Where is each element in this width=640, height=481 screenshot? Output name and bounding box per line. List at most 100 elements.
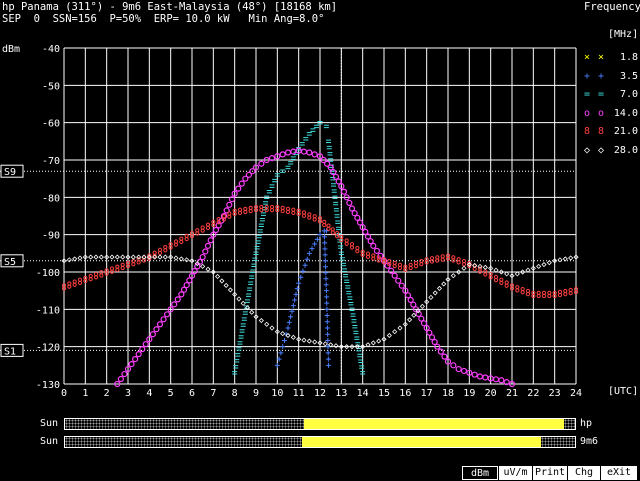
data-point-3-5 bbox=[286, 319, 292, 325]
data-point-28-0 bbox=[227, 287, 233, 293]
x-tick-label: 10 bbox=[271, 388, 283, 399]
data-point-7-0 bbox=[246, 293, 252, 297]
data-point-28-0 bbox=[568, 255, 574, 261]
x-tick-label: 13 bbox=[335, 388, 347, 399]
data-point-28-0 bbox=[407, 317, 413, 323]
data-point-28-0 bbox=[258, 317, 264, 324]
legend-frequency: 28.0 bbox=[613, 144, 638, 156]
data-point-7-0 bbox=[344, 279, 350, 284]
data-point-7-0 bbox=[263, 201, 269, 205]
x-tick-label: 5 bbox=[168, 388, 174, 399]
data-point-21-0 bbox=[280, 208, 285, 214]
data-point-28-0 bbox=[411, 312, 417, 318]
s-label: S9 bbox=[4, 167, 16, 178]
data-point-7-0 bbox=[347, 296, 353, 300]
night-segment bbox=[540, 437, 575, 447]
data-point-28-0 bbox=[157, 254, 163, 260]
data-point-28-0 bbox=[436, 285, 443, 291]
x-tick-label: 16 bbox=[399, 388, 411, 399]
y-tick-label: -130 bbox=[36, 380, 60, 391]
data-point-7-0 bbox=[248, 281, 254, 285]
data-point-28-0 bbox=[98, 254, 104, 260]
data-point-14-0 bbox=[398, 282, 405, 289]
legend-symbol: + + bbox=[584, 70, 606, 82]
data-point-28-0 bbox=[432, 290, 438, 296]
data-point-7-0 bbox=[236, 347, 242, 351]
data-point-14-0 bbox=[226, 201, 233, 208]
data-point-21-0 bbox=[227, 214, 232, 219]
data-point-14-0 bbox=[290, 148, 297, 155]
data-point-14-0 bbox=[437, 348, 444, 355]
legend-frequency: 7.0 bbox=[619, 89, 638, 100]
data-point-28-0 bbox=[88, 254, 94, 260]
data-point-21-0 bbox=[77, 280, 83, 286]
data-point-7-0 bbox=[343, 274, 349, 278]
data-point-28-0 bbox=[249, 309, 255, 315]
data-point-14-0 bbox=[279, 151, 286, 158]
legend-frequency: 3.5 bbox=[619, 70, 638, 82]
legend-symbol: 8 8 bbox=[584, 126, 606, 137]
data-point-14-0 bbox=[476, 373, 484, 380]
data-point-3-5 bbox=[302, 262, 308, 268]
data-point-21-0 bbox=[461, 262, 467, 267]
data-point-3-5 bbox=[324, 294, 330, 300]
exit-button[interactable]: eXit bbox=[601, 466, 637, 480]
data-point-14-0 bbox=[139, 346, 146, 353]
y-tick-label: -80 bbox=[42, 193, 60, 204]
data-point-3-5 bbox=[324, 300, 330, 306]
data-point-3-5 bbox=[323, 270, 329, 276]
data-point-3-5 bbox=[323, 282, 329, 288]
data-point-28-0 bbox=[562, 256, 568, 262]
data-point-14-0 bbox=[142, 341, 149, 348]
data-point-21-0 bbox=[493, 278, 499, 283]
data-point-28-0 bbox=[236, 296, 242, 302]
x-tick-label: 21 bbox=[506, 388, 518, 399]
data-point-21-0 bbox=[563, 292, 568, 297]
data-point-7-0 bbox=[333, 201, 339, 206]
data-point-28-0 bbox=[441, 281, 447, 287]
data-point-21-0 bbox=[243, 209, 248, 215]
data-point-14-0 bbox=[117, 375, 124, 383]
data-point-21-0 bbox=[515, 288, 520, 293]
x-tick-label: 20 bbox=[485, 388, 497, 399]
data-point-21-0 bbox=[557, 292, 563, 298]
data-point-28-0 bbox=[322, 341, 328, 347]
data-point-28-0 bbox=[77, 255, 83, 261]
data-point-28-0 bbox=[312, 339, 318, 345]
data-point-28-0 bbox=[120, 254, 126, 260]
data-point-3-5 bbox=[296, 280, 302, 286]
data-point-14-0 bbox=[199, 253, 206, 261]
data-point-14-0 bbox=[370, 242, 377, 249]
data-point-14-0 bbox=[149, 331, 156, 338]
x-tick-label: 8 bbox=[232, 388, 238, 399]
change-button[interactable]: Chg bbox=[568, 466, 600, 480]
data-point-21-0 bbox=[392, 264, 397, 269]
print-button[interactable]: Print bbox=[533, 466, 567, 480]
data-point-14-0 bbox=[395, 277, 402, 284]
data-point-7-0 bbox=[233, 365, 239, 369]
data-point-7-0 bbox=[357, 353, 363, 358]
data-point-28-0 bbox=[173, 255, 179, 261]
data-point-14-0 bbox=[174, 296, 181, 303]
dbm-button[interactable]: dBm bbox=[462, 466, 498, 480]
y-tick-label: -60 bbox=[42, 119, 60, 130]
data-point-7-0 bbox=[350, 313, 356, 317]
data-point-7-0 bbox=[342, 268, 348, 272]
data-point-7-0 bbox=[247, 287, 253, 291]
data-point-7-0 bbox=[252, 257, 258, 262]
data-point-21-0 bbox=[200, 228, 205, 233]
x-tick-label: 18 bbox=[442, 388, 454, 399]
data-point-28-0 bbox=[178, 256, 184, 262]
data-point-3-5 bbox=[324, 325, 330, 331]
data-point-28-0 bbox=[392, 329, 398, 335]
data-point-7-0 bbox=[310, 128, 316, 132]
data-point-7-0 bbox=[272, 178, 278, 183]
data-point-21-0 bbox=[157, 250, 163, 256]
data-point-7-0 bbox=[348, 302, 354, 306]
daylight-label: Sun bbox=[40, 418, 59, 429]
uvm-button[interactable]: uV/m bbox=[499, 466, 532, 480]
data-point-7-0 bbox=[335, 220, 341, 224]
data-point-14-0 bbox=[492, 376, 500, 383]
data-point-3-5 bbox=[323, 288, 329, 294]
night-segment bbox=[65, 437, 302, 447]
